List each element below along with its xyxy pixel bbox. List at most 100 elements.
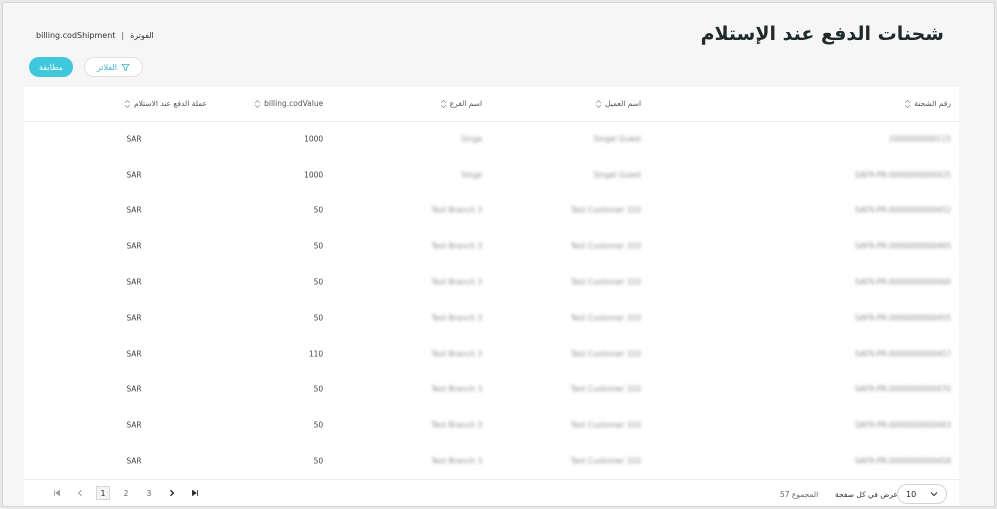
cell-cod-value-value: 50	[313, 277, 324, 287]
cell-cod-currency: SAR	[24, 407, 174, 443]
cell-branch-name: Test Branch 3	[323, 407, 482, 443]
table-footer: 1 2 3 المجموع 57 عرض في كل صفحة 10	[24, 479, 959, 506]
page-3[interactable]: 3	[142, 486, 156, 500]
table-header-row: عملة الدفع عند الاستلام billing.codValue…	[24, 87, 959, 122]
cell-cod-value: 50	[174, 372, 324, 408]
cell-cod-currency-value: SAR	[126, 205, 142, 215]
cell-customer-name: Test Customer 310	[482, 443, 641, 479]
table-row[interactable]: SAR 110 Test Branch 3 Test Customer 310 SAFR…	[24, 336, 959, 372]
cell-customer-name: Test Customer 310	[482, 300, 641, 336]
cell-cod-value: 110	[174, 336, 323, 372]
sort-icon	[595, 99, 602, 109]
cell-branch-name-value: Test Branch 3	[431, 313, 483, 323]
column-header-cod-value[interactable]: billing.codValue	[173, 87, 324, 122]
table-row[interactable]: SAR 50 Test Branch 3 Test Customer 310 SAFR-…	[24, 264, 959, 300]
table-row[interactable]: SAR 50 Test Branch 3 Test Customer 310 SAFR-…	[24, 407, 959, 443]
table-row[interactable]: SAR 50 Test Branch 3 Test Customer 310 SAFR-…	[24, 372, 959, 408]
sort-icon	[124, 99, 131, 109]
cell-shipment-number: SAFR-PR-0000000000465	[641, 228, 959, 264]
cell-cod-currency-value: SAR	[126, 134, 142, 144]
cell-shipment-number: SAFR-PR-0000000000455	[641, 300, 959, 336]
cell-customer-name-value: Singel Guest	[593, 170, 642, 180]
cell-cod-value-value: 50	[313, 241, 324, 251]
last-page-icon[interactable]	[188, 486, 202, 500]
prev-page-icon[interactable]	[73, 486, 87, 500]
table-row[interactable]: SAR 1000 Singe Singel Guest 2000000000115	[24, 121, 959, 157]
filter-label: الفلاتر	[96, 62, 117, 72]
breadcrumb-item-billing[interactable]: الفوترة	[130, 31, 154, 40]
first-page-icon[interactable]	[50, 486, 64, 500]
cell-cod-currency: SAR	[24, 121, 174, 157]
cell-branch-name: Test Branch 3	[323, 193, 482, 229]
cell-shipment-number-value: SAFR-PR-0000000000452	[854, 205, 951, 215]
cell-shipment-number: SAFR-PR-0000000000457	[641, 336, 959, 372]
match-button[interactable]: مطابقة	[29, 57, 73, 77]
cell-customer-name: Test Customer 310	[482, 264, 641, 300]
cell-customer-name-value: Test Customer 310	[570, 456, 642, 466]
cell-customer-name: Test Customer 310	[482, 336, 641, 372]
cell-branch-name: Test Branch 3	[323, 336, 482, 372]
cell-cod-value-value: 50	[313, 313, 324, 323]
cell-customer-name-value: Test Customer 310	[570, 277, 642, 287]
sort-icon	[904, 99, 911, 109]
cell-customer-name: Singel Guest	[482, 121, 641, 157]
cell-cod-currency: SAR	[24, 264, 174, 300]
table-row[interactable]: SAR 50 Test Branch 3 Test Customer 310 SAFR-…	[24, 443, 959, 479]
cell-shipment-number-value: SAFR-PR-0000000000425	[854, 170, 951, 180]
column-header-customer-name[interactable]: اسم العميل	[482, 87, 642, 122]
sort-icon	[254, 99, 261, 109]
cell-branch-name-value: Singe	[461, 134, 483, 144]
cell-cod-value: 50	[174, 443, 324, 479]
cell-shipment-number-value: SAFR-PR-0000000000460	[854, 277, 951, 287]
table-row[interactable]: SAR 50 Test Branch 3 Test Customer 310 SAFR-…	[24, 300, 959, 336]
cell-branch-name-value: Test Branch 3	[431, 384, 483, 394]
cell-customer-name-value: Test Customer 310	[570, 205, 642, 215]
page-1[interactable]: 1	[96, 486, 110, 500]
cell-shipment-number-value: SAFR-PR-0000000000458	[854, 456, 951, 466]
cell-branch-name: Singe	[323, 121, 482, 157]
cell-branch-name-value: Test Branch 3	[431, 456, 483, 466]
breadcrumb-separator: |	[121, 31, 125, 40]
cell-customer-name: Test Customer 310	[482, 228, 641, 264]
cell-branch-name-value: Test Branch 3	[431, 277, 483, 287]
cell-cod-value: 1000	[174, 157, 324, 193]
cell-customer-name-value: Test Customer 310	[570, 313, 642, 323]
filter-icon	[121, 63, 130, 71]
pagination: 1 2 3	[50, 486, 202, 500]
cell-shipment-number: SAFR-PR-0000000000458	[641, 443, 959, 479]
column-header-cod-currency[interactable]: عملة الدفع عند الاستلام	[24, 87, 207, 122]
cell-branch-name-value: Test Branch 3	[431, 241, 483, 251]
per-page-select[interactable]: 10	[897, 484, 947, 504]
cell-customer-name: Test Customer 310	[482, 193, 641, 229]
table-row[interactable]: SAR 1000 Singe Singel Guest SAFR-PR-00000000…	[24, 157, 959, 193]
table-body: SAR 1000 Singe Singel Guest 2000000000115 SAR…	[24, 121, 959, 479]
filter-button[interactable]: الفلاتر	[83, 57, 143, 77]
cell-branch-name: Test Branch 3	[323, 264, 482, 300]
page-2[interactable]: 2	[119, 486, 133, 500]
cell-shipment-number: SAFR-PR-0000000000425	[641, 157, 959, 193]
cell-cod-value-value: 50	[313, 420, 324, 430]
cell-cod-currency-value: SAR	[126, 456, 142, 466]
shipments-table-card: عملة الدفع عند الاستلام billing.codValue…	[24, 87, 959, 506]
column-header-branch-name[interactable]: اسم الفرع	[323, 87, 483, 122]
chevron-down-icon	[930, 492, 938, 497]
cell-customer-name: Test Customer 310	[482, 407, 641, 443]
table-row[interactable]: SAR 50 Test Branch 3 Test Customer 310 SAFR-…	[24, 228, 959, 264]
cell-branch-name-value: Test Branch 3	[431, 349, 483, 359]
shipments-table: عملة الدفع عند الاستلام billing.codValue…	[24, 87, 959, 479]
cell-branch-name-value: Test Branch 3	[431, 420, 483, 430]
per-page-value: 10	[906, 489, 917, 499]
cell-cod-value-value: 1000	[304, 170, 324, 180]
breadcrumb-item-current: billing.codShipment	[36, 31, 116, 40]
cell-shipment-number: SAFR-PR-0000000000470	[641, 372, 959, 408]
cell-customer-name-value: Test Customer 310	[570, 420, 642, 430]
toolbar: مطابقة الفلاتر	[29, 57, 143, 77]
table-row[interactable]: SAR 50 Test Branch 3 Test Customer 310 SAFR-…	[24, 193, 959, 229]
per-page-label: عرض في كل صفحة	[835, 490, 898, 499]
column-header-shipment-number[interactable]: رقم الشحنة	[641, 87, 959, 122]
breadcrumb: billing.codShipment | الفوترة	[36, 31, 154, 40]
cell-shipment-number: 2000000000115	[641, 121, 959, 157]
cell-cod-currency: SAR	[24, 157, 174, 193]
cell-customer-name: Singel Guest	[482, 157, 641, 193]
next-page-icon[interactable]	[165, 486, 179, 500]
